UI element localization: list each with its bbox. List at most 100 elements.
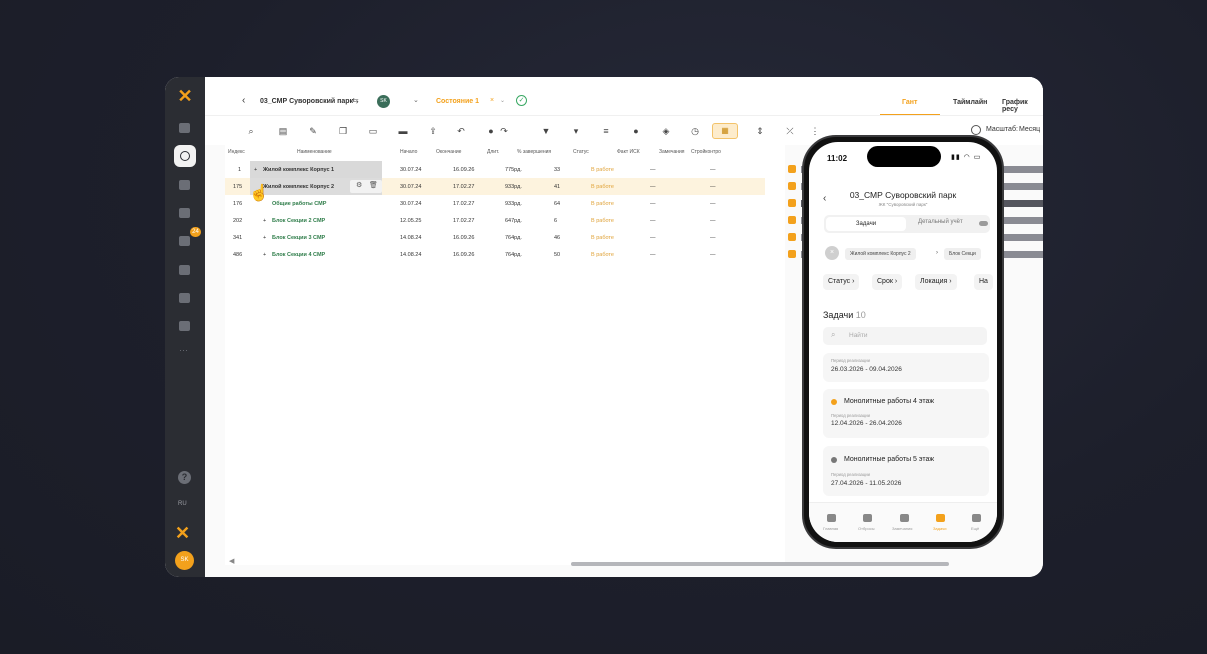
seg-detailed[interactable]: Детальный учёт: [918, 219, 963, 225]
gantt-flag-icon[interactable]: [788, 199, 796, 207]
nav-reports-icon[interactable]: [863, 514, 872, 522]
table-row[interactable]: 176 Общие работы СМР 30.07.24 17.02.27 9…: [225, 195, 765, 212]
history-icon[interactable]: ◷: [689, 125, 701, 137]
expand-icon[interactable]: ⇕: [754, 125, 766, 137]
table-row[interactable]: 341 + Блок Секции 3 СМР 14.08.24 16.09.2…: [225, 229, 765, 246]
status-dot: [831, 399, 837, 405]
col-percent[interactable]: % завершения: [517, 149, 551, 155]
filter-location[interactable]: Локация ›: [915, 274, 957, 290]
gantt-flag-icon[interactable]: [788, 250, 796, 258]
alert-icon[interactable]: ●: [630, 125, 642, 137]
seg-tasks[interactable]: Задачи: [826, 217, 906, 231]
video-icon[interactable]: [179, 123, 190, 133]
col-status[interactable]: Статус: [573, 149, 589, 155]
breadcrumb-chip[interactable]: Блок Секци: [944, 248, 981, 260]
tab-resource-chart[interactable]: График ресу: [1002, 99, 1043, 113]
task-table: Индекс Наименование Начало Окончание Дли…: [225, 145, 785, 565]
back-icon[interactable]: ‹: [242, 95, 245, 106]
state-selector[interactable]: Состояние 1: [436, 98, 479, 105]
upload-icon[interactable]: ⇪: [427, 125, 439, 137]
settings-icon[interactable]: ⚙: [356, 181, 362, 189]
user-chip[interactable]: SK: [377, 95, 390, 108]
col-start[interactable]: Начало: [400, 149, 417, 155]
table-row[interactable]: 202 + Блок Секции 2 СМР 12.05.25 17.02.2…: [225, 212, 765, 229]
table-row[interactable]: 486 + Блок Секции 4 СМР 14.08.24 16.09.2…: [225, 246, 765, 263]
col-control[interactable]: Стройконтро: [691, 149, 721, 155]
task-card[interactable]: Монолитные работы 5 этаж Период реализац…: [823, 446, 989, 496]
filter-more[interactable]: На: [974, 274, 993, 290]
gantt-flag-icon[interactable]: [788, 182, 796, 190]
clock-icon[interactable]: [174, 145, 196, 167]
search-icon[interactable]: ⌕: [245, 125, 257, 137]
task-search[interactable]: ⌕ Найти: [823, 327, 987, 345]
nav-tasks-icon[interactable]: [936, 514, 945, 522]
search-icon: ⌕: [831, 330, 836, 339]
copy-icon[interactable]: ❐: [337, 125, 349, 137]
clear-crumb-icon[interactable]: ×: [825, 246, 839, 260]
sort-icon[interactable]: ≡: [600, 125, 612, 137]
col-index[interactable]: Индекс: [228, 149, 245, 155]
gantt-flag-icon[interactable]: [788, 233, 796, 241]
table-row[interactable]: 1 + Жилой комплекс Корпус 1 30.07.24 16.…: [225, 161, 765, 178]
task-card[interactable]: Период реализации 26.03.2026 - 09.04.202…: [823, 353, 989, 382]
state-chevron-icon[interactable]: ⌄: [500, 97, 505, 104]
col-fact[interactable]: Факт ИСК: [617, 149, 640, 155]
language-switch[interactable]: RU: [178, 501, 187, 507]
collapse-icon[interactable]: ⤫: [784, 125, 796, 137]
swap-icon[interactable]: ⇆: [352, 96, 359, 105]
phone-status-icons: ▮▮ ◠ ▭: [951, 154, 982, 161]
scroll-left-icon[interactable]: ◀: [229, 557, 234, 565]
tab-gantt[interactable]: Гант: [902, 99, 917, 106]
segmented-control: Задачи Детальный учёт: [824, 215, 990, 233]
info-icon[interactable]: ●: [485, 125, 497, 137]
chart-icon[interactable]: [179, 321, 190, 331]
delete-icon[interactable]: 🗑: [369, 181, 378, 189]
hand-cursor-icon: ☝: [249, 185, 269, 202]
filter-status[interactable]: Статус ›: [823, 274, 860, 290]
tasks-count: 10: [855, 310, 866, 320]
calendar-view-icon[interactable]: ▦: [712, 123, 738, 139]
task-card[interactable]: Монолитные работы 4 этаж Период реализац…: [823, 389, 989, 438]
project-title[interactable]: 03_СМР Суворовский парк: [260, 98, 353, 105]
nav-more-icon[interactable]: [972, 514, 981, 522]
brand-logo-icon[interactable]: ✕: [175, 86, 195, 106]
filter-alt-icon[interactable]: ▾: [570, 125, 582, 137]
breadcrumb-chip[interactable]: Жилой комплекс Корпус 2: [845, 248, 916, 260]
dynamic-island: [867, 146, 941, 167]
horizontal-scrollbar[interactable]: [571, 562, 949, 566]
nav-home-icon[interactable]: [827, 514, 836, 522]
col-duration[interactable]: Длит.: [487, 149, 499, 155]
tab-timeline[interactable]: Таймлайн: [953, 99, 987, 106]
calendar-icon[interactable]: [179, 265, 190, 275]
chevron-down-icon[interactable]: ⌄: [413, 96, 419, 104]
checkbox-icon[interactable]: [179, 236, 190, 246]
filter-deadline[interactable]: Срок ›: [872, 274, 903, 290]
edit-icon[interactable]: ✎: [307, 125, 319, 137]
bottom-nav: Главная Отбросы Замечания Задачи Ещё: [809, 502, 997, 542]
outdent-icon[interactable]: ▬: [397, 125, 409, 137]
more-vert-icon[interactable]: ⋮: [809, 125, 821, 137]
col-name[interactable]: Наименование: [297, 149, 332, 155]
scale-value[interactable]: Месяц: [1019, 126, 1040, 133]
building-icon[interactable]: [179, 293, 190, 303]
state-close-icon[interactable]: ×: [490, 97, 494, 104]
help-icon[interactable]: ?: [178, 471, 191, 484]
nav-remarks-icon[interactable]: [900, 514, 909, 522]
undo-icon[interactable]: ↶: [455, 125, 467, 137]
tag-icon[interactable]: ◈: [660, 125, 672, 137]
col-notes[interactable]: Замечания: [659, 149, 685, 155]
confirm-icon[interactable]: ✓: [516, 95, 527, 106]
redo-icon[interactable]: ↷: [498, 125, 510, 137]
gantt-flag-icon[interactable]: [788, 165, 796, 173]
document-icon[interactable]: [179, 180, 190, 190]
clipboard-icon[interactable]: ▤: [277, 125, 289, 137]
gantt-flag-icon[interactable]: [788, 216, 796, 224]
filter-icon[interactable]: ▼: [540, 125, 552, 137]
user-avatar[interactable]: SK: [175, 551, 194, 570]
phone-project-title: 03_СМР Суворовский парк: [849, 190, 957, 200]
col-end[interactable]: Окончание: [436, 149, 461, 155]
folder-icon[interactable]: [179, 208, 190, 218]
more-icon[interactable]: ···: [179, 345, 188, 355]
table-row[interactable]: 175 Жилой комплекс Корпус 2 ⚙ 🗑 30.07.24…: [225, 178, 765, 195]
indent-icon[interactable]: ▭: [367, 125, 379, 137]
